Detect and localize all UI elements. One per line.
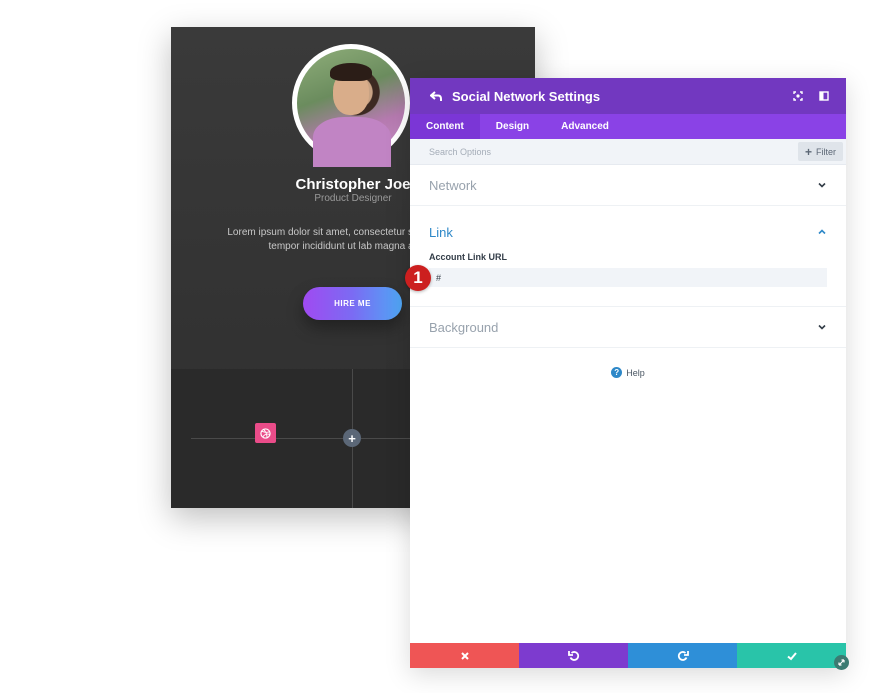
step-marker: 1 <box>405 265 431 291</box>
tab-design[interactable]: Design <box>480 114 545 139</box>
plus-icon: + <box>804 144 812 159</box>
section-background-toggle[interactable]: Background <box>410 307 846 347</box>
avatar-shirt <box>313 117 391 167</box>
chevron-down-icon <box>818 324 826 330</box>
section-background-title: Background <box>429 319 499 335</box>
search-options-bar: Search Options + Filter <box>410 139 846 165</box>
help-label: Help <box>626 367 645 378</box>
close-icon <box>460 651 469 660</box>
hire-me-button[interactable]: HIRE ME <box>303 287 402 320</box>
tab-content[interactable]: Content <box>410 114 480 139</box>
filter-button[interactable]: + Filter <box>797 142 843 161</box>
section-link-title: Link <box>429 224 453 240</box>
back-arrow-icon[interactable] <box>430 90 442 102</box>
panel-tabs: Content Design Advanced <box>410 114 846 139</box>
redo-button[interactable] <box>628 643 737 668</box>
search-input[interactable]: Search Options <box>429 147 798 157</box>
section-link: Link Account Link URL # <box>410 206 846 307</box>
undo-icon <box>567 650 579 661</box>
account-link-url-input[interactable]: # <box>429 268 827 287</box>
section-network-title: Network <box>429 177 477 193</box>
avatar-hair <box>330 63 372 81</box>
expand-icon[interactable] <box>790 88 806 104</box>
check-icon <box>786 651 797 660</box>
panel-header: Social Network Settings <box>410 78 846 114</box>
question-icon: ? <box>611 367 623 378</box>
panel-title: Social Network Settings <box>452 88 601 104</box>
split-view-icon[interactable] <box>816 88 832 104</box>
dribbble-icon[interactable] <box>255 423 276 443</box>
section-background: Background <box>410 307 846 348</box>
chevron-down-icon <box>818 182 826 188</box>
account-link-url-label: Account Link URL <box>429 252 507 262</box>
section-network-toggle[interactable]: Network <box>410 165 846 205</box>
cancel-button[interactable] <box>410 643 519 668</box>
profile-avatar <box>292 44 410 167</box>
stage: Christopher Joe Product Designer Lorem i… <box>0 0 880 693</box>
resize-handle[interactable] <box>834 655 849 670</box>
tab-advanced[interactable]: Advanced <box>545 114 625 139</box>
redo-icon <box>677 650 689 661</box>
resize-icon <box>838 659 845 666</box>
undo-button[interactable] <box>519 643 628 668</box>
settings-panel: Social Network Settings Content Design A… <box>410 78 846 668</box>
save-button[interactable] <box>737 643 846 668</box>
filter-label: Filter <box>816 146 836 157</box>
add-module-button[interactable]: + <box>343 429 361 447</box>
chevron-up-icon <box>818 229 826 235</box>
section-network: Network <box>410 165 846 206</box>
help-link[interactable]: ? Help <box>410 367 846 378</box>
panel-footer <box>410 643 846 668</box>
